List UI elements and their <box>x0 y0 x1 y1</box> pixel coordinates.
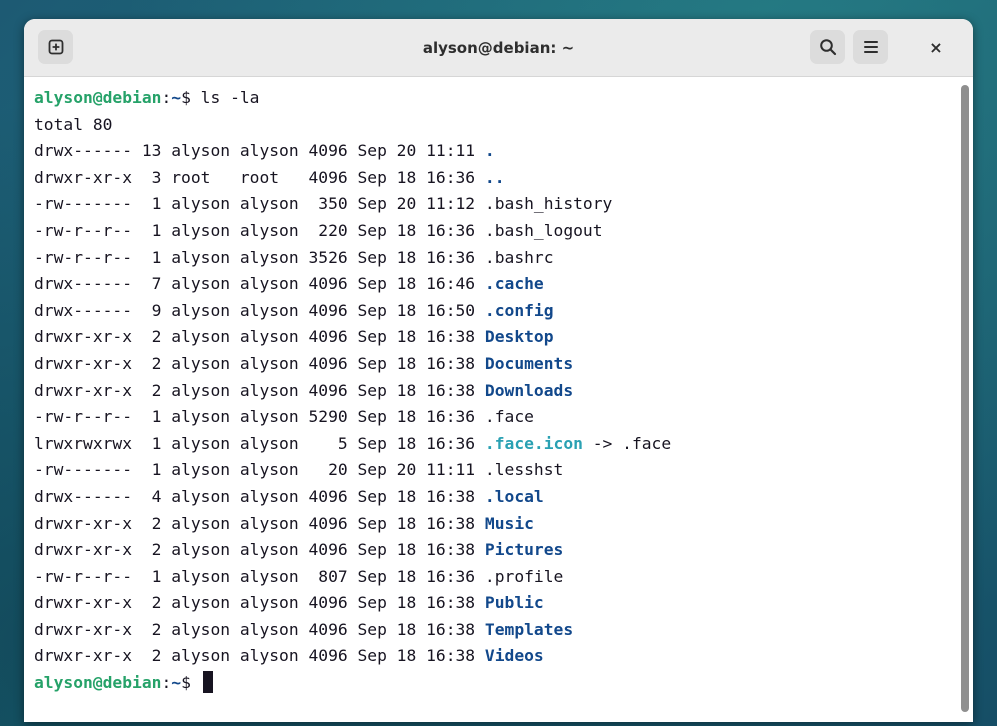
file-name: .config <box>484 300 554 320</box>
file-info: drwx------ 4 alyson alyson 4096 Sep 18 1… <box>34 486 485 506</box>
file-info: -rw-r--r-- 1 alyson alyson 220 Sep 18 16… <box>34 220 485 240</box>
file-info: drwxr-xr-x 2 alyson alyson 4096 Sep 18 1… <box>34 353 485 373</box>
file-name: .cache <box>484 274 544 294</box>
listing-row: -rw-r--r-- 1 alyson alyson 3526 Sep 18 1… <box>34 245 956 272</box>
terminal-output[interactable]: alyson@debian:~$ ls -la total 80 drwx---… <box>24 77 956 722</box>
file-info: -rw------- 1 alyson alyson 350 Sep 20 11… <box>34 194 485 214</box>
listing-row: drwxr-xr-x 2 alyson alyson 4096 Sep 18 1… <box>34 617 956 644</box>
listing-row: lrwxrwxrwx 1 alyson alyson 5 Sep 18 16:3… <box>34 431 956 458</box>
file-info: drwx------ 13 alyson alyson 4096 Sep 20 … <box>34 141 485 161</box>
listing-row: drwxr-xr-x 2 alyson alyson 4096 Sep 18 1… <box>34 511 956 538</box>
listing-row: drwxr-xr-x 2 alyson alyson 4096 Sep 18 1… <box>34 351 956 378</box>
listing-row: -rw------- 1 alyson alyson 20 Sep 20 11:… <box>34 457 956 484</box>
file-info: drwxr-xr-x 2 alyson alyson 4096 Sep 18 1… <box>34 380 485 400</box>
file-info: drwx------ 9 alyson alyson 4096 Sep 18 1… <box>34 300 485 320</box>
file-info: drwxr-xr-x 2 alyson alyson 4096 Sep 18 1… <box>34 540 485 560</box>
listing-row: drwxr-xr-x 2 alyson alyson 4096 Sep 18 1… <box>34 643 956 670</box>
file-name: .local <box>484 486 544 506</box>
prompt-path: ~ <box>171 88 182 107</box>
prompt-path: ~ <box>171 673 182 693</box>
file-name: . <box>484 141 495 161</box>
file-name: .face.icon <box>484 433 583 453</box>
file-name: .bash_history <box>484 194 613 214</box>
listing-row: drwxr-xr-x 3 root root 4096 Sep 18 16:36… <box>34 165 956 192</box>
file-info: drwxr-xr-x 2 alyson alyson 4096 Sep 18 1… <box>34 593 485 613</box>
file-info: -rw------- 1 alyson alyson 20 Sep 20 11:… <box>34 460 485 480</box>
file-info: -rw-r--r-- 1 alyson alyson 807 Sep 18 16… <box>34 566 485 586</box>
header-bar: alyson@debian: ~ × <box>24 19 973 77</box>
prompt-separator: : <box>161 88 172 107</box>
listing-row: drwx------ 9 alyson alyson 4096 Sep 18 1… <box>34 298 956 325</box>
prompt-separator: : <box>161 673 172 693</box>
command-line: alyson@debian:~$ ls -la <box>34 85 956 112</box>
prompt-user-host: alyson@debian <box>34 88 162 107</box>
new-tab-icon <box>48 39 63 55</box>
file-name: Documents <box>484 353 574 373</box>
file-name: Downloads <box>484 380 574 400</box>
terminal-window: alyson@debian: ~ × alyson@debian:~$ ls -… <box>24 19 973 722</box>
file-name: Templates <box>484 619 574 639</box>
command-text: ls -la <box>200 88 260 107</box>
search-icon <box>819 39 836 56</box>
file-info: -rw-r--r-- 1 alyson alyson 5290 Sep 18 1… <box>34 407 485 427</box>
listing-row: drwx------ 13 alyson alyson 4096 Sep 20 … <box>34 138 956 165</box>
active-prompt-line: alyson@debian:~$ <box>34 670 956 697</box>
prompt-symbol: $ <box>181 673 201 693</box>
file-name: .face <box>484 407 534 427</box>
file-name: Public <box>484 593 544 613</box>
new-tab-button[interactable] <box>38 30 73 64</box>
file-name: .profile <box>484 566 564 586</box>
file-info: -rw-r--r-- 1 alyson alyson 3526 Sep 18 1… <box>34 247 485 267</box>
scrollbar[interactable] <box>956 77 973 722</box>
listing-row: -rw-r--r-- 1 alyson alyson 807 Sep 18 16… <box>34 564 956 591</box>
file-name: .bashrc <box>484 247 554 267</box>
file-name: Videos <box>484 646 544 666</box>
listing: drwx------ 13 alyson alyson 4096 Sep 20 … <box>34 138 956 670</box>
prompt-user-host: alyson@debian <box>34 673 162 693</box>
prompt-symbol: $ <box>181 88 201 107</box>
file-info: drwxr-xr-x 2 alyson alyson 4096 Sep 18 1… <box>34 646 485 666</box>
listing-row: drwx------ 4 alyson alyson 4096 Sep 18 1… <box>34 484 956 511</box>
file-name: Music <box>484 513 534 533</box>
listing-row: drwxr-xr-x 2 alyson alyson 4096 Sep 18 1… <box>34 324 956 351</box>
file-name: Desktop <box>484 327 554 347</box>
file-info: drwxr-xr-x 2 alyson alyson 4096 Sep 18 1… <box>34 327 485 347</box>
listing-row: -rw-r--r-- 1 alyson alyson 5290 Sep 18 1… <box>34 404 956 431</box>
hamburger-menu-icon <box>863 41 878 53</box>
file-name: .. <box>484 167 505 187</box>
scrollbar-thumb[interactable] <box>961 85 969 712</box>
close-button[interactable]: × <box>922 33 950 61</box>
listing-row: drwxr-xr-x 2 alyson alyson 4096 Sep 18 1… <box>34 590 956 617</box>
text-cursor <box>202 671 213 694</box>
listing-row: drwx------ 7 alyson alyson 4096 Sep 18 1… <box>34 271 956 298</box>
main-menu-button[interactable] <box>853 30 888 64</box>
file-info: drwx------ 7 alyson alyson 4096 Sep 18 1… <box>34 274 485 294</box>
file-name: .bash_logout <box>484 220 603 240</box>
listing-row: drwxr-xr-x 2 alyson alyson 4096 Sep 18 1… <box>34 378 956 405</box>
listing-row: -rw-r--r-- 1 alyson alyson 220 Sep 18 16… <box>34 218 956 245</box>
listing-row: -rw------- 1 alyson alyson 350 Sep 20 11… <box>34 191 956 218</box>
link-target: -> .face <box>582 433 672 453</box>
total-line: total 80 <box>34 114 113 134</box>
file-name: .lesshst <box>484 460 564 480</box>
file-info: drwxr-xr-x 3 root root 4096 Sep 18 16:36 <box>34 167 485 187</box>
file-name: Pictures <box>484 540 564 560</box>
file-info: drwxr-xr-x 2 alyson alyson 4096 Sep 18 1… <box>34 619 485 639</box>
file-info: lrwxrwxrwx 1 alyson alyson 5 Sep 18 16:3… <box>34 433 485 453</box>
listing-row: drwxr-xr-x 2 alyson alyson 4096 Sep 18 1… <box>34 537 956 564</box>
close-icon: × <box>929 37 943 57</box>
file-info: drwxr-xr-x 2 alyson alyson 4096 Sep 18 1… <box>34 513 485 533</box>
search-button[interactable] <box>810 30 845 64</box>
